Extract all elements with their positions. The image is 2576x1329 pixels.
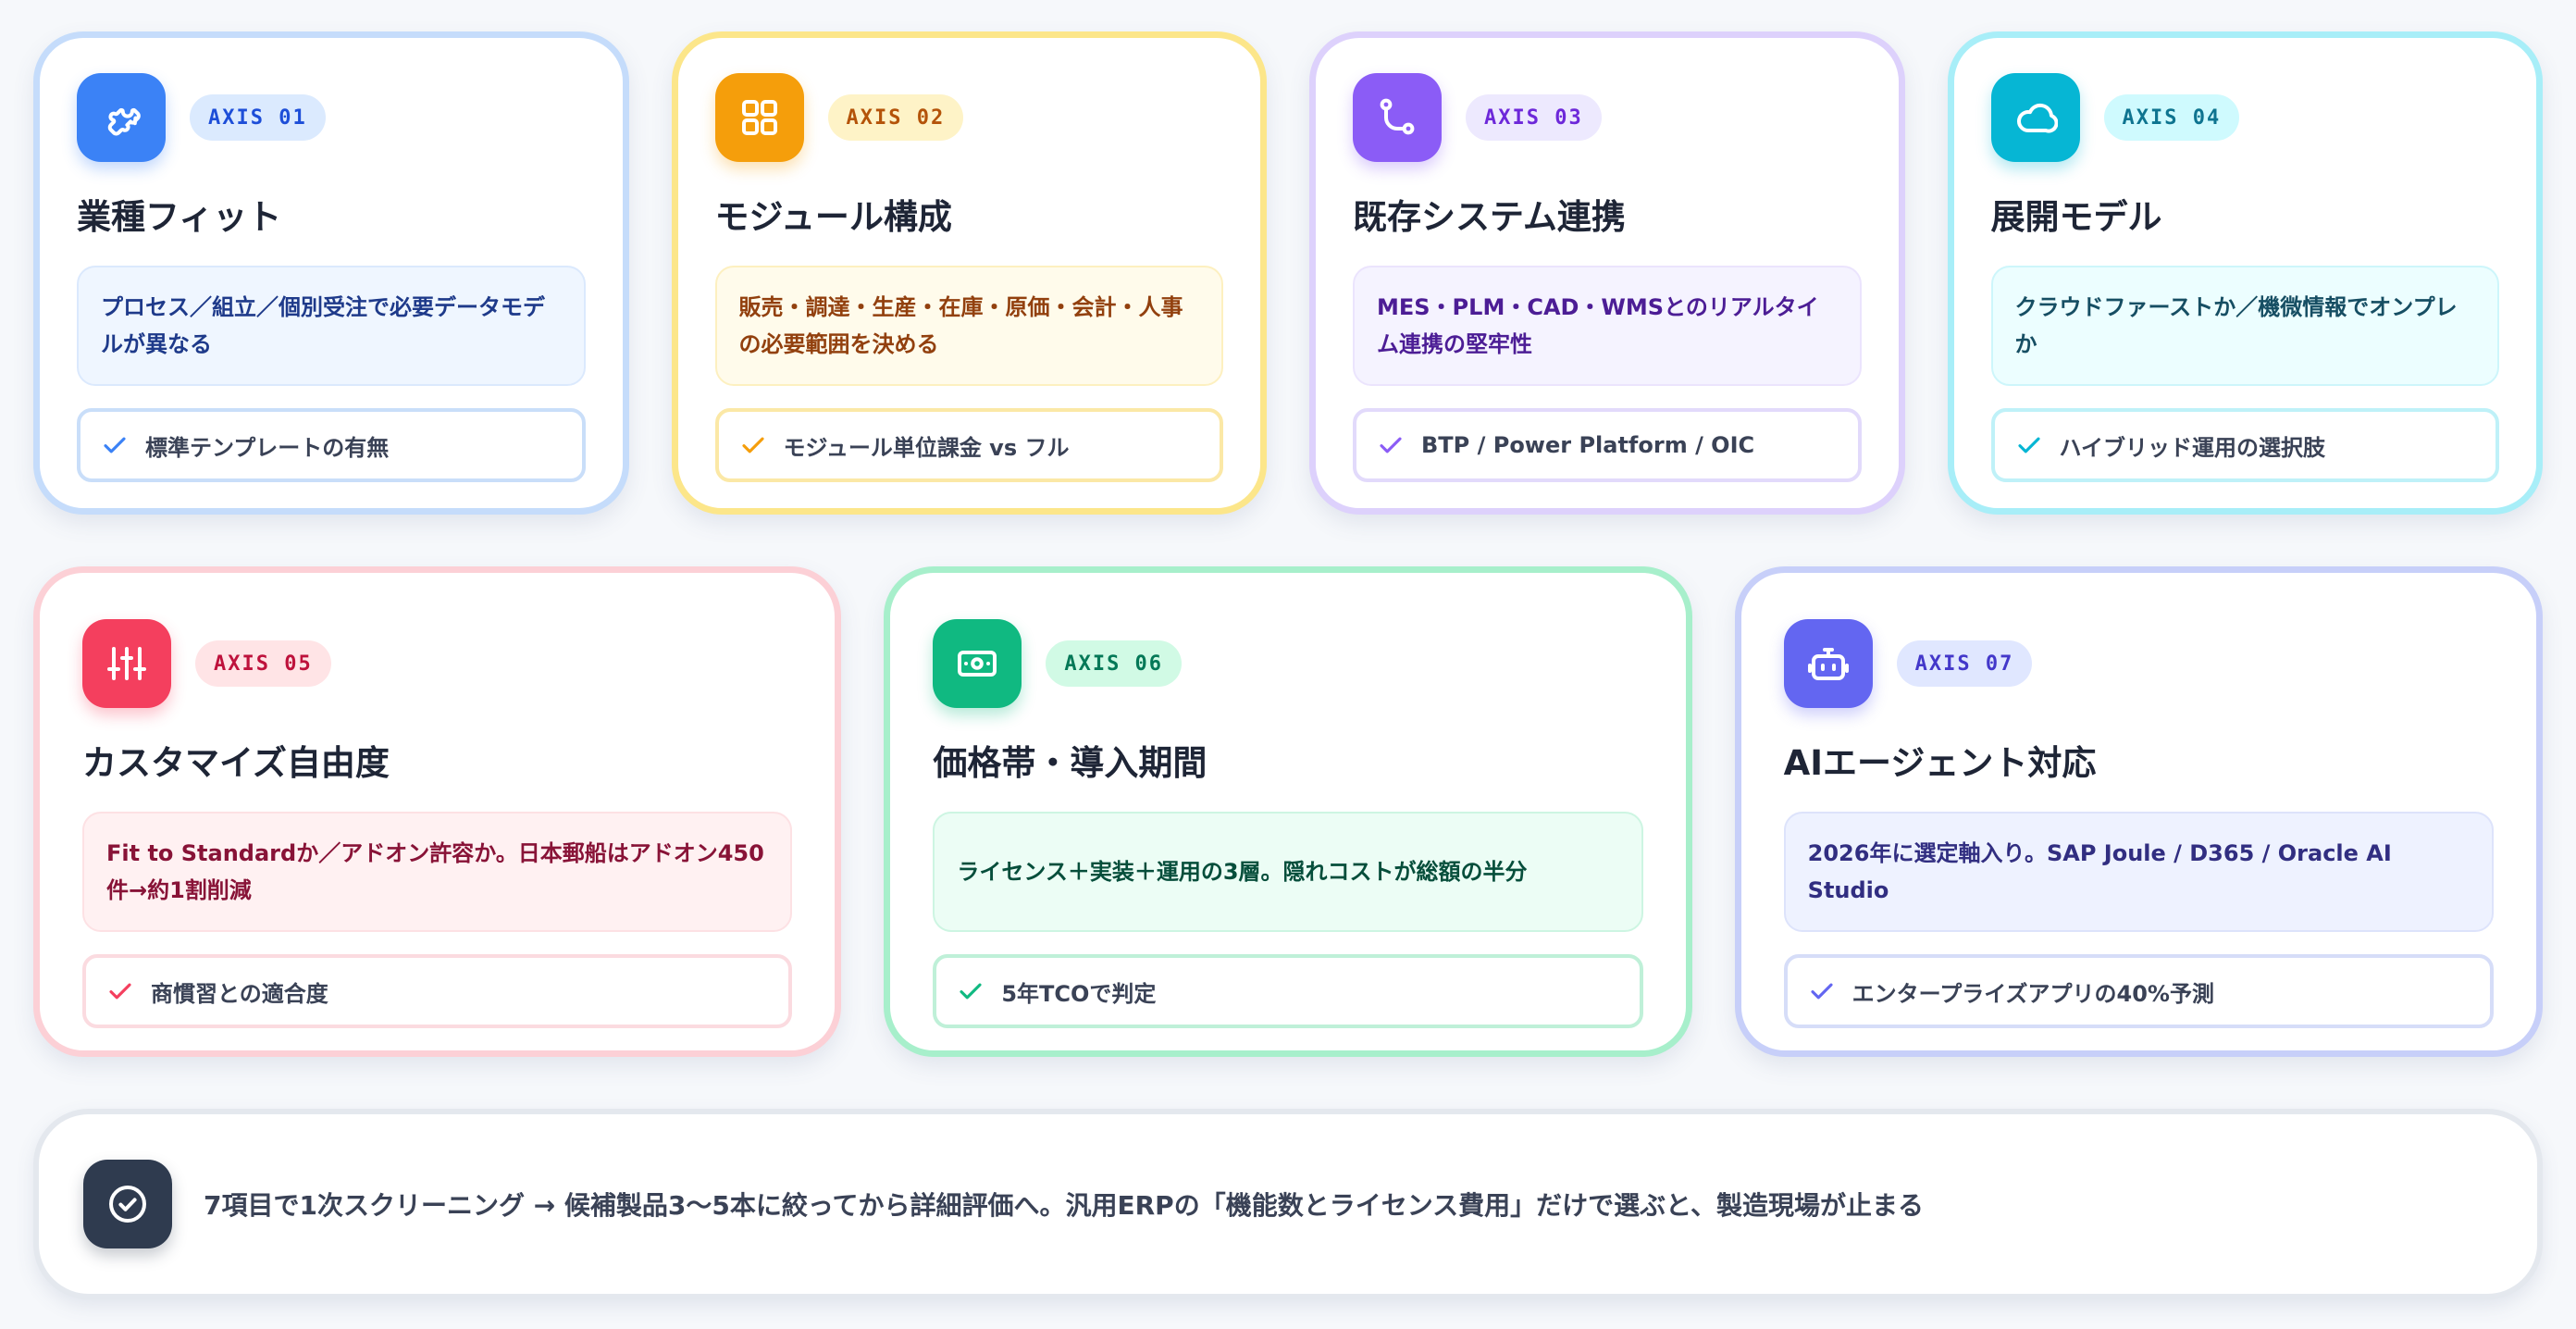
summary-text: 7項目で1次スクリーニング → 候補製品3〜5本に絞ってから詳細評価へ。汎用ER… <box>204 1190 1925 1221</box>
axis-card-4: AXIS 04 展開モデル クラウドファーストか／機微情報でオンプレか ハイブリ… <box>1947 31 2543 515</box>
card-header: AXIS 03 <box>1353 71 1862 164</box>
axis-badge: AXIS 01 <box>190 94 326 141</box>
checkpoint-label: BTP / Power Platform / OIC <box>1421 432 1755 458</box>
card-description: プロセス／組立／個別受注で必要データモデルが異なる <box>77 266 586 386</box>
card-header: AXIS 06 <box>933 617 1642 710</box>
check-circle-icon <box>83 1160 172 1248</box>
sliders-icon <box>82 619 171 708</box>
axis-badge: AXIS 04 <box>2103 94 2240 141</box>
axis-card-7: AXIS 07 AIエージェント対応 2026年に選定軸入り。SAP Joule… <box>1734 566 2543 1057</box>
checkpoint-label: 商慣習との適合度 <box>151 980 328 1007</box>
axis-card-6: AXIS 06 価格帯・導入期間 ライセンス＋実装＋運用の3層。隠れコストが総額… <box>884 566 1692 1057</box>
card-title: 価格帯・導入期間 <box>933 743 1208 783</box>
card-description: 販売・調達・生産・在庫・原価・会計・人事の必要範囲を決める <box>714 266 1223 386</box>
check-icon <box>1380 437 1402 453</box>
card-title: AIエージェント対応 <box>1783 743 2097 783</box>
card-checkpoint: モジュール単位課金 vs フル <box>714 408 1223 482</box>
card-header: AXIS 01 <box>77 71 586 164</box>
card-header: AXIS 07 <box>1783 617 2494 710</box>
axis-card-5: AXIS 05 カスタマイズ自由度 Fit to Standardか／アドオン許… <box>33 566 842 1057</box>
card-title: モジュール構成 <box>714 197 952 237</box>
card-checkpoint: エンタープライズアプリの40%予測 <box>1783 954 2494 1028</box>
check-icon <box>741 437 764 453</box>
card-description: MES・PLM・CAD・WMSとのリアルタイム連携の堅牢性 <box>1353 266 1862 386</box>
checkpoint-label: 5年TCOで判定 <box>1001 980 1157 1007</box>
card-description: クラウドファーストか／機微情報でオンプレか <box>1990 266 2499 386</box>
axis-card-1: AXIS 01 業種フィット プロセス／組立／個別受注で必要データモデルが異なる… <box>33 31 629 515</box>
card-checkpoint: 商慣習との適合度 <box>82 954 793 1028</box>
check-icon <box>109 983 131 1000</box>
axis-badge: AXIS 05 <box>195 640 331 687</box>
card-checkpoint: BTP / Power Platform / OIC <box>1353 408 1862 482</box>
card-description: 2026年に選定軸入り。SAP Joule / D365 / Oracle AI… <box>1783 812 2494 932</box>
checkpoint-label: ハイブリッド運用の選択肢 <box>2059 434 2326 461</box>
card-title: 業種フィット <box>77 197 282 237</box>
card-description: ライセンス＋実装＋運用の3層。隠れコストが総額の半分 <box>933 812 1643 932</box>
card-title: 展開モデル <box>1990 197 2162 237</box>
axis-badge: AXIS 03 <box>1466 94 1602 141</box>
card-header: AXIS 02 <box>714 71 1224 164</box>
cloud-icon <box>1990 73 2080 162</box>
checkpoint-label: 標準テンプレートの有無 <box>145 434 390 461</box>
summary-footer: 7項目で1次スクリーニング → 候補製品3〜5本に絞ってから詳細評価へ。汎用ER… <box>33 1109 2543 1299</box>
card-checkpoint: 5年TCOで判定 <box>933 954 1643 1028</box>
card-checkpoint: ハイブリッド運用の選択肢 <box>1990 408 2499 482</box>
git-branch-icon <box>1353 73 1442 162</box>
card-description: Fit to Standardか／アドオン許容か。日本郵船はアドオン450件→約… <box>82 812 793 932</box>
axis-badge: AXIS 07 <box>1896 640 2033 687</box>
axis-badge: AXIS 02 <box>827 94 964 141</box>
check-icon <box>2017 437 2040 453</box>
checkpoint-label: モジュール単位課金 vs フル <box>783 434 1070 461</box>
card-title: カスタマイズ自由度 <box>82 743 390 783</box>
check-icon <box>104 437 126 453</box>
check-icon <box>1811 983 1833 1000</box>
grid-icon <box>714 73 804 162</box>
checkpoint-label: エンタープライズアプリの40%予測 <box>1852 980 2214 1007</box>
axis-badge: AXIS 06 <box>1046 640 1183 687</box>
card-header: AXIS 05 <box>82 617 792 710</box>
check-icon <box>960 983 982 1000</box>
card-title: 既存システム連携 <box>1353 197 1626 237</box>
card-header: AXIS 04 <box>1990 71 2500 164</box>
bot-icon <box>1783 619 1873 708</box>
axis-card-2: AXIS 02 モジュール構成 販売・調達・生産・在庫・原価・会計・人事の必要範… <box>671 31 1267 515</box>
axis-card-3: AXIS 03 既存システム連携 MES・PLM・CAD・WMSとのリアルタイム… <box>1309 31 1905 515</box>
card-checkpoint: 標準テンプレートの有無 <box>77 408 586 482</box>
banknote-icon <box>933 619 1022 708</box>
puzzle-icon <box>77 73 166 162</box>
